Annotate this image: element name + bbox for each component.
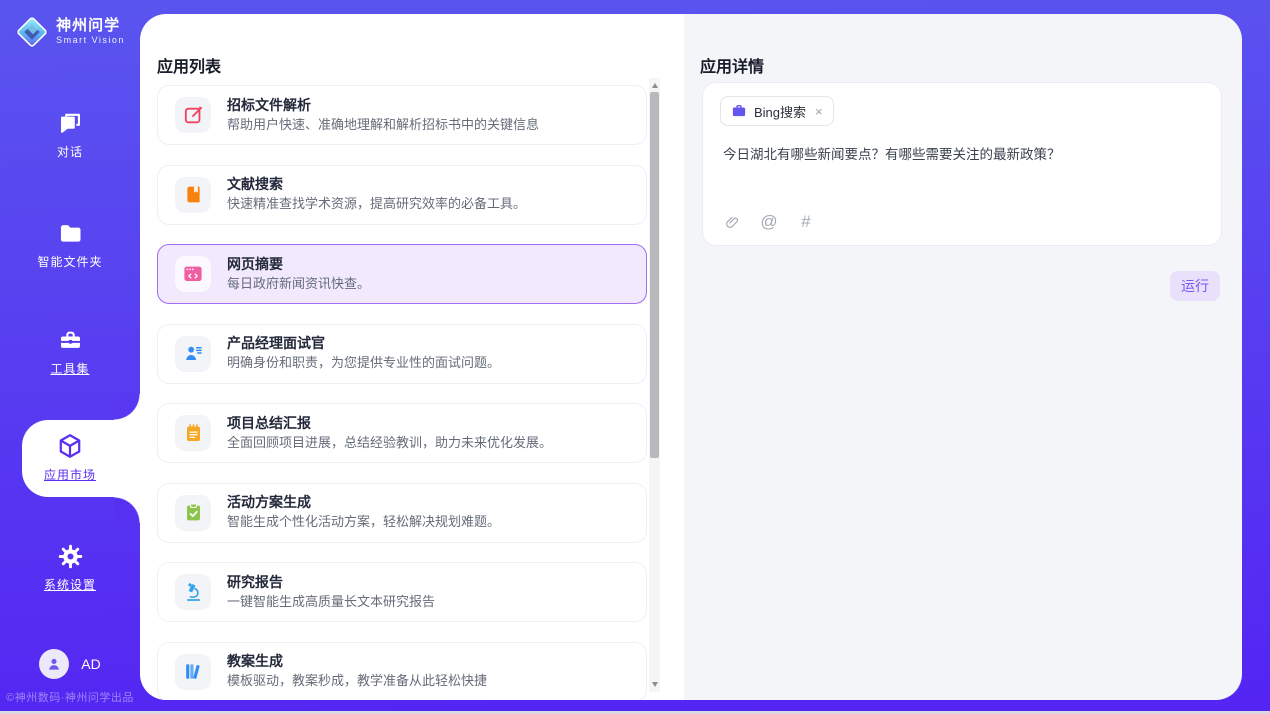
- logo-diamond-icon: [15, 15, 49, 49]
- scrollbar-thumb[interactable]: [650, 92, 659, 458]
- app-card-description: 快速精准查找学术资源，提高研究效率的必备工具。: [227, 196, 526, 212]
- app-card-title: 招标文件解析: [227, 98, 539, 113]
- at-icon[interactable]: @: [758, 211, 780, 233]
- sidebar-item-label: 对话: [57, 143, 83, 160]
- briefcase-icon: [731, 103, 747, 119]
- books-icon: [175, 654, 211, 690]
- app-list-panel: 应用列表 招标文件解析帮助用户快速、准确地理解和解析招标书中的关键信息文献搜索快…: [140, 14, 684, 700]
- prompt-card: Bing搜索 × 今日湖北有哪些新闻要点？有哪些需要关注的最新政策？ @#: [702, 82, 1222, 246]
- folder-icon: [57, 220, 84, 247]
- app-card[interactable]: 研究报告一键智能生成高质量长文本研究报告: [157, 562, 647, 622]
- app-card-title: 项目总结汇报: [227, 416, 552, 431]
- sidebar-item-label: 工具集: [50, 360, 89, 377]
- toolbox-icon: [57, 327, 84, 354]
- user-initials: AD: [81, 656, 100, 672]
- sidebar-footer: ©神州数码·神州问学出品: [0, 689, 140, 705]
- app-list: 招标文件解析帮助用户快速、准确地理解和解析招标书中的关键信息文献搜索快速精准查找…: [157, 85, 647, 700]
- microscope-icon: [175, 574, 211, 610]
- sidebar-item-chat[interactable]: 对话: [0, 110, 140, 160]
- app-card[interactable]: 招标文件解析帮助用户快速、准确地理解和解析招标书中的关键信息: [157, 85, 647, 145]
- app-card[interactable]: 活动方案生成智能生成个性化活动方案，轻松解决规划难题。: [157, 483, 647, 543]
- app-card-description: 全面回顾项目进展，总结经验教训，助力未来优化发展。: [227, 435, 552, 451]
- hash-icon[interactable]: #: [795, 211, 817, 233]
- sidebar-item-label: 智能文件夹: [37, 253, 102, 270]
- sidebar-item-app-market[interactable]: 应用市场: [0, 432, 140, 483]
- tool-tag-label: Bing搜索: [754, 102, 806, 121]
- paperclip-icon[interactable]: [721, 211, 743, 233]
- app-detail-panel: 应用详情 Bing搜索 × 今日湖北有哪些新闻要点？有哪些需要关注的最新政策？ …: [684, 14, 1242, 700]
- query-input[interactable]: 今日湖北有哪些新闻要点？有哪些需要关注的最新政策？: [723, 145, 1201, 165]
- main-content: 应用列表 招标文件解析帮助用户快速、准确地理解和解析招标书中的关键信息文献搜索快…: [140, 14, 1242, 700]
- book-icon: [175, 177, 211, 213]
- app-card-title: 研究报告: [227, 575, 435, 590]
- app-card[interactable]: 文献搜索快速精准查找学术资源，提高研究效率的必备工具。: [157, 165, 647, 225]
- app-card[interactable]: 项目总结汇报全面回顾项目进展，总结经验教训，助力未来优化发展。: [157, 403, 647, 463]
- scrollbar[interactable]: [649, 78, 660, 692]
- interviewer-icon: [175, 336, 211, 372]
- avatar: [39, 649, 69, 679]
- app-card-title: 活动方案生成: [227, 495, 500, 510]
- sidebar-item-smart-folders[interactable]: 智能文件夹: [0, 220, 140, 270]
- notepad-icon: [175, 415, 211, 451]
- cube-icon: [56, 432, 84, 460]
- app-card-description: 一键智能生成高质量长文本研究报告: [227, 594, 435, 610]
- sidebar-item-toolset[interactable]: 工具集: [0, 327, 140, 377]
- sidebar-item-settings[interactable]: 系统设置: [0, 543, 140, 593]
- chat-icon: [57, 110, 84, 137]
- app-card-description: 帮助用户快速、准确地理解和解析招标书中的关键信息: [227, 117, 539, 133]
- app-logo: 神州问学 Smart Vision: [0, 15, 140, 49]
- sidebar: 神州问学 Smart Vision 对话 智能文件夹 工具集 应用市场 系统设置…: [0, 0, 140, 714]
- app-list-title: 应用列表: [157, 53, 221, 77]
- gear-icon: [57, 543, 84, 570]
- logo-subtitle: Smart Vision: [56, 36, 125, 46]
- scroll-down-icon[interactable]: [652, 682, 658, 687]
- app-card-title: 产品经理面试官: [227, 336, 500, 351]
- sidebar-item-label: 系统设置: [44, 576, 96, 593]
- user-icon: [45, 655, 63, 673]
- attachment-toolbar: @#: [721, 211, 817, 233]
- app-card-description: 智能生成个性化活动方案，轻松解决规划难题。: [227, 514, 500, 530]
- run-button[interactable]: 运行: [1170, 271, 1220, 301]
- app-card-description: 模板驱动，教案秒成，教学准备从此轻松快捷: [227, 673, 487, 689]
- logo-title: 神州问学: [56, 18, 125, 35]
- sidebar-item-label: 应用市场: [44, 466, 96, 483]
- scroll-up-icon[interactable]: [652, 83, 658, 88]
- app-card-title: 文献搜索: [227, 177, 526, 192]
- app-card-title: 网页摘要: [227, 257, 370, 272]
- app-card[interactable]: 网页摘要每日政府新闻资讯快查。: [157, 244, 647, 304]
- app-card-description: 明确身份和职责，为您提供专业性的面试问题。: [227, 355, 500, 371]
- app-card-description: 每日政府新闻资讯快查。: [227, 276, 370, 292]
- browser-code-icon: [175, 256, 211, 292]
- app-card[interactable]: 教案生成模板驱动，教案秒成，教学准备从此轻松快捷: [157, 642, 647, 701]
- clipboard-check-icon: [175, 495, 211, 531]
- user-account[interactable]: AD: [0, 649, 140, 679]
- tool-tag-bing-search[interactable]: Bing搜索 ×: [720, 96, 834, 126]
- app-card-title: 教案生成: [227, 654, 487, 669]
- app-detail-title: 应用详情: [700, 53, 764, 77]
- app-card[interactable]: 产品经理面试官明确身份和职责，为您提供专业性的面试问题。: [157, 324, 647, 384]
- pen-square-icon: [175, 97, 211, 133]
- close-icon[interactable]: ×: [815, 104, 823, 119]
